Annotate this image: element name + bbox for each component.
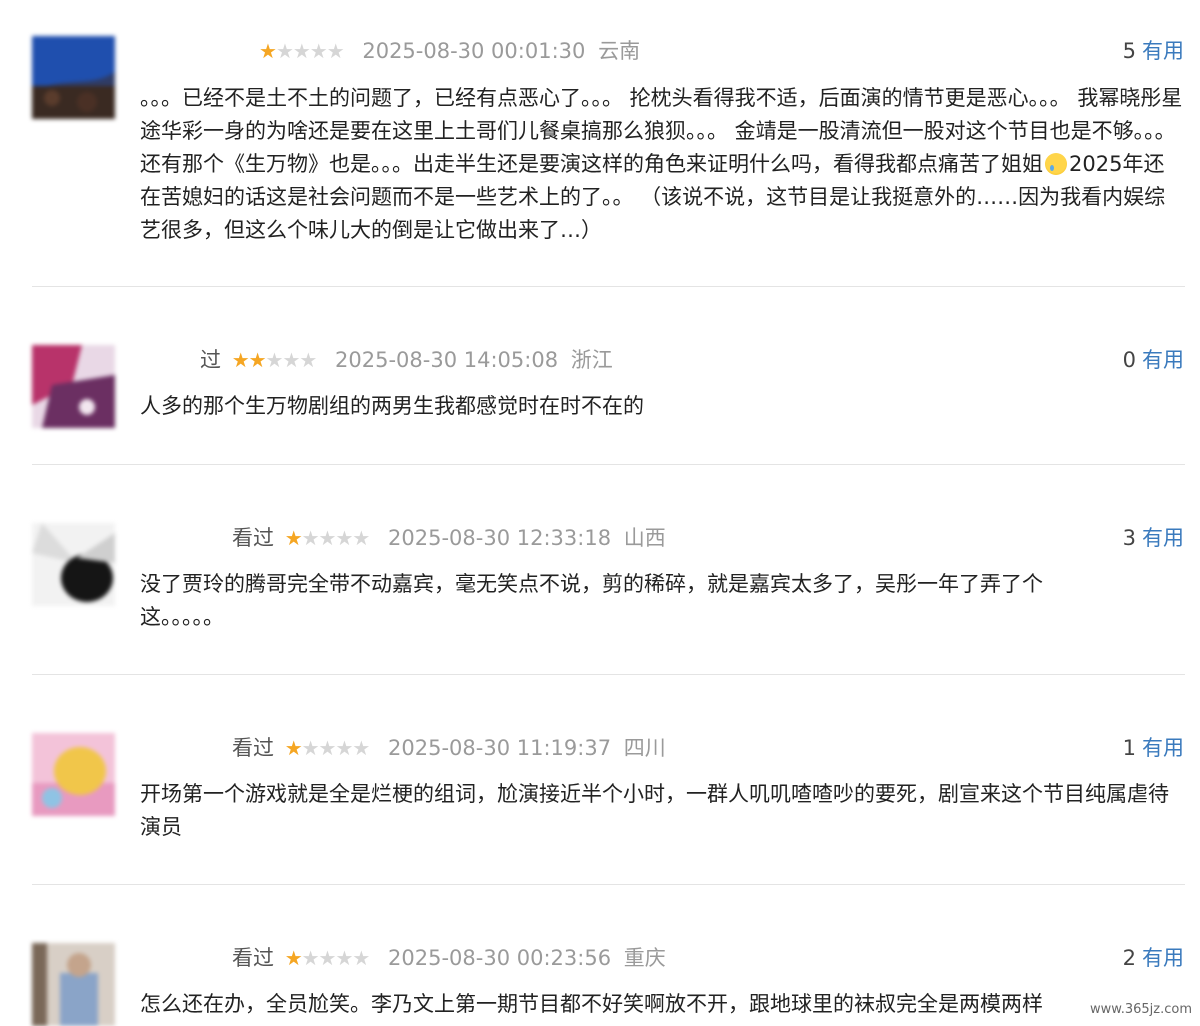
useful-count: 5 xyxy=(1122,39,1136,63)
rating-stars: ★★★★★ xyxy=(284,736,371,760)
review-location: 山西 xyxy=(623,526,666,550)
review-time: 2025-08-30 11:19:37 xyxy=(388,736,612,760)
useful-label: 有用 xyxy=(1142,39,1184,63)
review-meta: 看过 ★★★★★ 2025-08-30 12:33:18 山西 xyxy=(232,523,1010,553)
crying-face-icon xyxy=(1045,153,1067,175)
review-location: 重庆 xyxy=(623,946,666,970)
username[interactable]: 看过 xyxy=(232,946,274,970)
username[interactable]: 看过 xyxy=(232,526,274,550)
avatar[interactable] xyxy=(32,733,115,816)
useful-button[interactable]: 2 有用 xyxy=(1123,943,1184,973)
rating-stars: ★★★★★ xyxy=(284,526,371,550)
username[interactable]: 看过 xyxy=(232,736,274,760)
avatar[interactable] xyxy=(32,523,115,606)
review-meta: ★★★★★ 2025-08-30 00:01:30 云南 xyxy=(255,36,1010,66)
review-time: 2025-08-30 00:01:30 xyxy=(362,39,586,63)
useful-button[interactable]: 0 有用 xyxy=(1123,345,1184,375)
review-text: 怎么还在办，全员尬笑。李乃文上第一期节目都不好笑啊放不开，跟地球里的袜叔完全是两… xyxy=(140,992,1043,1016)
review-meta: 看过 ★★★★★ 2025-08-30 11:19:37 四川 xyxy=(232,733,1010,763)
review-text: 没了贾玲的腾哥完全带不动嘉宾，毫无笑点不说，剪的稀碎，就是嘉宾太多了，吴彤一年了… xyxy=(140,572,1043,629)
useful-label: 有用 xyxy=(1142,348,1184,372)
divider xyxy=(32,464,1185,465)
avatar[interactable] xyxy=(32,345,115,428)
review-location: 云南 xyxy=(598,39,641,63)
useful-label: 有用 xyxy=(1142,736,1184,760)
useful-button[interactable]: 5 有用 xyxy=(1123,36,1184,66)
rating-stars: ★★★★★ xyxy=(284,946,371,970)
useful-count: 3 xyxy=(1122,526,1136,550)
review-time: 2025-08-30 12:33:18 xyxy=(388,526,612,550)
avatar[interactable] xyxy=(32,943,115,1026)
review-text: 。。。已经不是土不土的问题了，已经有点恶心了。。。 抡枕头看得我不适，后面演的情… xyxy=(140,82,1185,247)
rating-stars: ★★★★★ xyxy=(259,39,345,63)
divider xyxy=(32,674,1185,675)
watermark: www.365jz.com xyxy=(1090,1002,1192,1017)
divider xyxy=(32,286,1185,287)
useful-count: 2 xyxy=(1122,946,1136,970)
useful-label: 有用 xyxy=(1142,946,1184,970)
rating-stars: ★★★★★ xyxy=(231,348,318,372)
review-text: 人多的那个生万物剧组的两男生我都感觉时在时不在的 xyxy=(140,394,644,418)
review-time: 2025-08-30 14:05:08 xyxy=(335,348,559,372)
review-location: 四川 xyxy=(623,736,666,760)
review-text: 开场第一个游戏就是全是烂梗的组词，尬演接近半个小时，一群人叽叽喳喳吵的要死，剧宣… xyxy=(140,782,1169,839)
review-meta: 看过 ★★★★★ 2025-08-30 00:23:56 重庆 xyxy=(232,943,1010,973)
useful-button[interactable]: 1 有用 xyxy=(1123,733,1184,763)
username[interactable]: 过 xyxy=(200,348,221,372)
useful-label: 有用 xyxy=(1142,526,1184,550)
review-text-part: 。。。已经不是土不土的问题了，已经有点恶心了。。。 抡枕头看得我不适，后面演的情… xyxy=(140,86,1183,176)
avatar[interactable] xyxy=(32,36,115,119)
useful-button[interactable]: 3 有用 xyxy=(1123,523,1184,553)
review-time: 2025-08-30 00:23:56 xyxy=(388,946,612,970)
divider xyxy=(32,884,1185,885)
review-meta: 过 ★★★★★ 2025-08-30 14:05:08 浙江 xyxy=(200,345,1010,375)
review-location: 浙江 xyxy=(570,348,613,372)
useful-count: 0 xyxy=(1122,348,1136,372)
useful-count: 1 xyxy=(1122,736,1136,760)
